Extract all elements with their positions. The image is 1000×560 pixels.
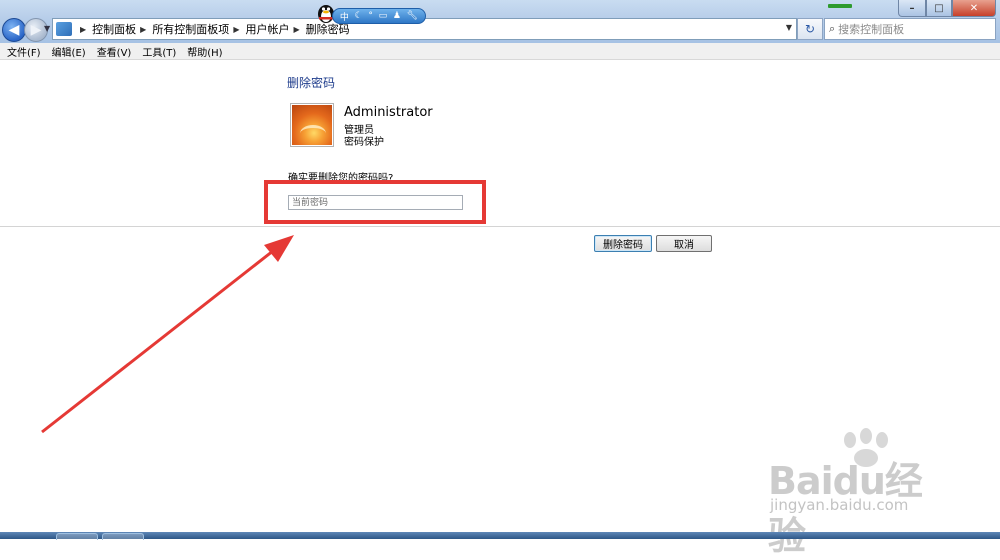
close-button[interactable]: ✕	[952, 0, 996, 17]
back-button[interactable]: ◀	[2, 18, 26, 42]
cancel-button[interactable]: 取消	[656, 235, 712, 252]
arrow-left-icon: ◀	[8, 22, 20, 38]
ime-mode-toggle[interactable]: 中	[340, 10, 349, 23]
wrench-icon[interactable]: 🔧︎	[407, 11, 418, 21]
search-input[interactable]: ⌕ 搜索控制面板	[824, 18, 996, 40]
menu-help[interactable]: 帮助(H)	[187, 44, 222, 59]
remove-password-button[interactable]: 删除密码	[594, 235, 652, 252]
avatar	[290, 103, 334, 147]
account-name: Administrator	[344, 105, 433, 120]
breadcrumb-user-accounts[interactable]: 用户帐户	[245, 21, 289, 37]
menu-view[interactable]: 查看(V)	[97, 44, 132, 59]
refresh-button[interactable]: ↻	[797, 18, 823, 40]
window-controls: – □ ✕	[898, 0, 996, 17]
menu-edit[interactable]: 编辑(E)	[52, 44, 86, 59]
signal-indicator	[828, 4, 852, 8]
breadcrumb-control-panel[interactable]: 控制面板	[92, 21, 136, 37]
watermark-url: jingyan.baidu.com	[770, 496, 909, 514]
user-icon[interactable]: ♟	[393, 11, 401, 21]
taskbar	[0, 532, 1000, 539]
menu-file[interactable]: 文件(F)	[7, 44, 41, 59]
window-titlebar: – □ ✕ ◀ ▶ ▼ ▶ 控制面板 ▶ 所有控制面板项 ▶ 用户帐户 ▶ 删除…	[0, 0, 1000, 44]
address-dropdown-icon[interactable]: ▼	[786, 23, 792, 32]
search-icon: ⌕	[829, 22, 836, 35]
punctuation-icon[interactable]: °	[368, 11, 373, 21]
arrow-right-icon: ▶	[30, 22, 42, 38]
chevron-right-icon[interactable]: ▶	[233, 25, 239, 34]
minimize-button[interactable]: –	[898, 0, 926, 17]
baidu-watermark: Baidu经验 jingyan.baidu.com	[758, 428, 958, 558]
keyboard-icon[interactable]: ▭	[379, 11, 388, 21]
maximize-button[interactable]: □	[926, 0, 952, 17]
content-divider	[0, 226, 1000, 227]
menu-bar: 文件(F) 编辑(E) 查看(V) 工具(T) 帮助(H)	[0, 43, 1000, 60]
address-bar[interactable]: ▶ 控制面板 ▶ 所有控制面板项 ▶ 用户帐户 ▶ 删除密码 ▼	[52, 18, 797, 40]
current-password-input[interactable]	[288, 195, 463, 210]
breadcrumb-all-items[interactable]: 所有控制面板项	[152, 21, 229, 37]
account-status: 密码保护	[344, 137, 384, 148]
refresh-icon: ↻	[804, 22, 816, 36]
search-placeholder: 搜索控制面板	[838, 23, 905, 36]
chevron-right-icon[interactable]: ▶	[140, 25, 146, 34]
flower-picture-icon	[292, 105, 332, 145]
menu-tools[interactable]: 工具(T)	[142, 44, 176, 59]
chevron-right-icon[interactable]: ▶	[293, 25, 299, 34]
recent-pages-dropdown-icon[interactable]: ▼	[44, 24, 50, 33]
control-panel-icon	[56, 22, 72, 36]
moon-icon[interactable]: ☾	[355, 11, 363, 21]
ime-toolbar: 中 ☾ ° ▭ ♟ 🔧︎	[332, 8, 426, 24]
page-title: 删除密码	[287, 76, 336, 90]
chevron-right-icon[interactable]: ▶	[80, 25, 86, 34]
